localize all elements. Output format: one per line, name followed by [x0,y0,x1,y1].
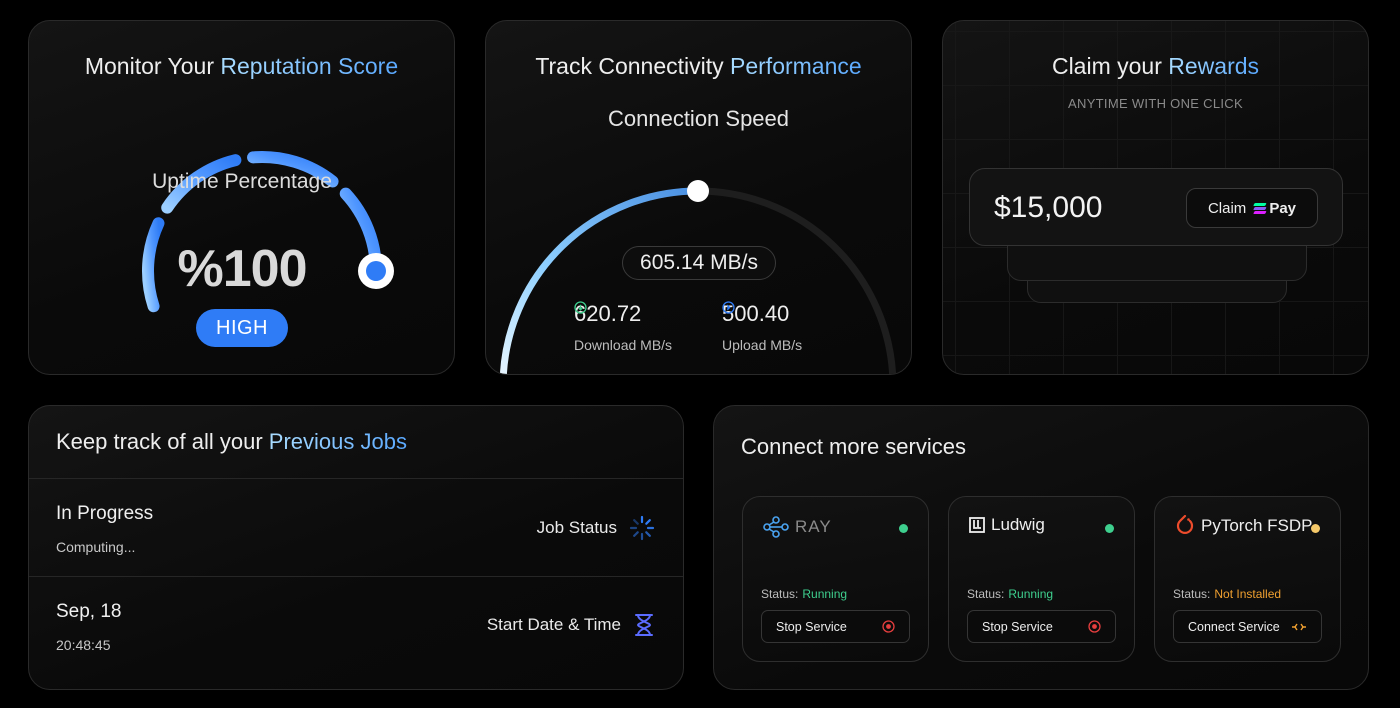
speed-gauge [499,180,897,374]
service-status-dot [1105,524,1114,533]
service-status-dot [1311,524,1320,533]
job-status-label: Job Status [536,518,617,537]
service-card-pytorch: PyTorch FSDP Status: Not Installed Connec… [1154,496,1341,662]
download-stat: 620.72 Download MB/s [574,301,672,353]
status-prefix: Status: [967,587,1005,601]
ray-logo-icon [763,516,789,538]
service-action-label: Stop Service [776,619,847,634]
speed-gauge-track [499,187,897,374]
service-card-ludwig: Ludwig Status: Running Stop Service [948,496,1135,662]
pytorch-logo-icon [1176,515,1194,534]
reward-panel: $15,000 Claim Pay [969,168,1343,246]
service-name: Ludwig [991,515,1045,534]
job-row[interactable]: Sep, 18 20:48:45 Start Date & Time [29,576,683,674]
gauge-label: Uptime Percentage [152,170,332,193]
rewards-title: Claim your Rewards [1051,53,1260,79]
speed-gauge-knob[interactable] [687,180,709,202]
pay-label: Pay [1269,199,1297,217]
services-title: Connect more services [741,434,966,459]
connect-service-button[interactable]: Connect Service [1173,610,1322,643]
job-date: Sep, 18 [56,601,122,622]
upload-arrow-icon [722,301,735,314]
job-time: 20:48:45 [56,637,111,653]
ludwig-logo-icon [969,517,985,533]
job-row[interactable]: In Progress Computing... Job Status [29,478,683,576]
upload-stat: 500.40 Upload MB/s [722,301,802,353]
job-state: In Progress [56,503,154,524]
start-date-label: Start Date & Time [486,615,621,634]
stop-icon [882,620,895,633]
service-action-label: Stop Service [982,619,1053,634]
connect-icon [1292,623,1306,630]
previous-jobs-card: Keep track of all your Previous Jobs In … [28,405,684,690]
reward-amount: $15,000 [994,191,1103,224]
service-name: RAY [795,517,832,536]
solana-logo-icon [1253,202,1267,214]
reputation-card: Monitor Your Reputation Score Uptime Per… [28,20,455,375]
upload-label: Upload MB/s [722,337,803,353]
stop-service-button[interactable]: Stop Service [967,610,1116,643]
download-arrow-icon [574,301,587,314]
stop-icon [1088,620,1101,633]
current-speed: 605.14 MB/s [622,246,776,280]
status-prefix: Status: [1173,587,1211,601]
uptime-value: %100 [177,240,308,298]
download-value: 620.72 [574,301,642,326]
reputation-badge: HIGH [196,309,288,347]
service-status: Not Installed [1214,587,1282,601]
spinner-icon [629,515,655,541]
connectivity-card: Track Connectivity Performance Connectio… [485,20,912,375]
status-prefix: Status: [761,587,799,601]
service-status-dot [899,524,908,533]
service-status: Running [1008,587,1054,601]
service-name: PyTorch FSDP [1201,516,1313,535]
rewards-subtitle: ANYTIME WITH ONE CLICK [1068,96,1243,111]
gauge-knob-center [366,261,386,281]
claim-pay-button[interactable]: Claim Pay [1186,188,1318,228]
jobs-title: Keep track of all your Previous Jobs [56,429,407,454]
job-detail: Computing... [56,539,136,555]
rewards-card: Claim your Rewards ANYTIME WITH ONE CLIC… [942,20,1369,375]
claim-label: Claim [1207,199,1247,217]
service-action-label: Connect Service [1188,619,1280,634]
stop-service-button[interactable]: Stop Service [761,610,910,643]
download-label: Download MB/s [574,337,673,353]
service-status: Running [802,587,848,601]
services-card: Connect more services RAY Status: Running… [713,405,1369,690]
hourglass-icon [635,614,653,636]
service-card-ray: RAY Status: Running Stop Service [742,496,929,662]
